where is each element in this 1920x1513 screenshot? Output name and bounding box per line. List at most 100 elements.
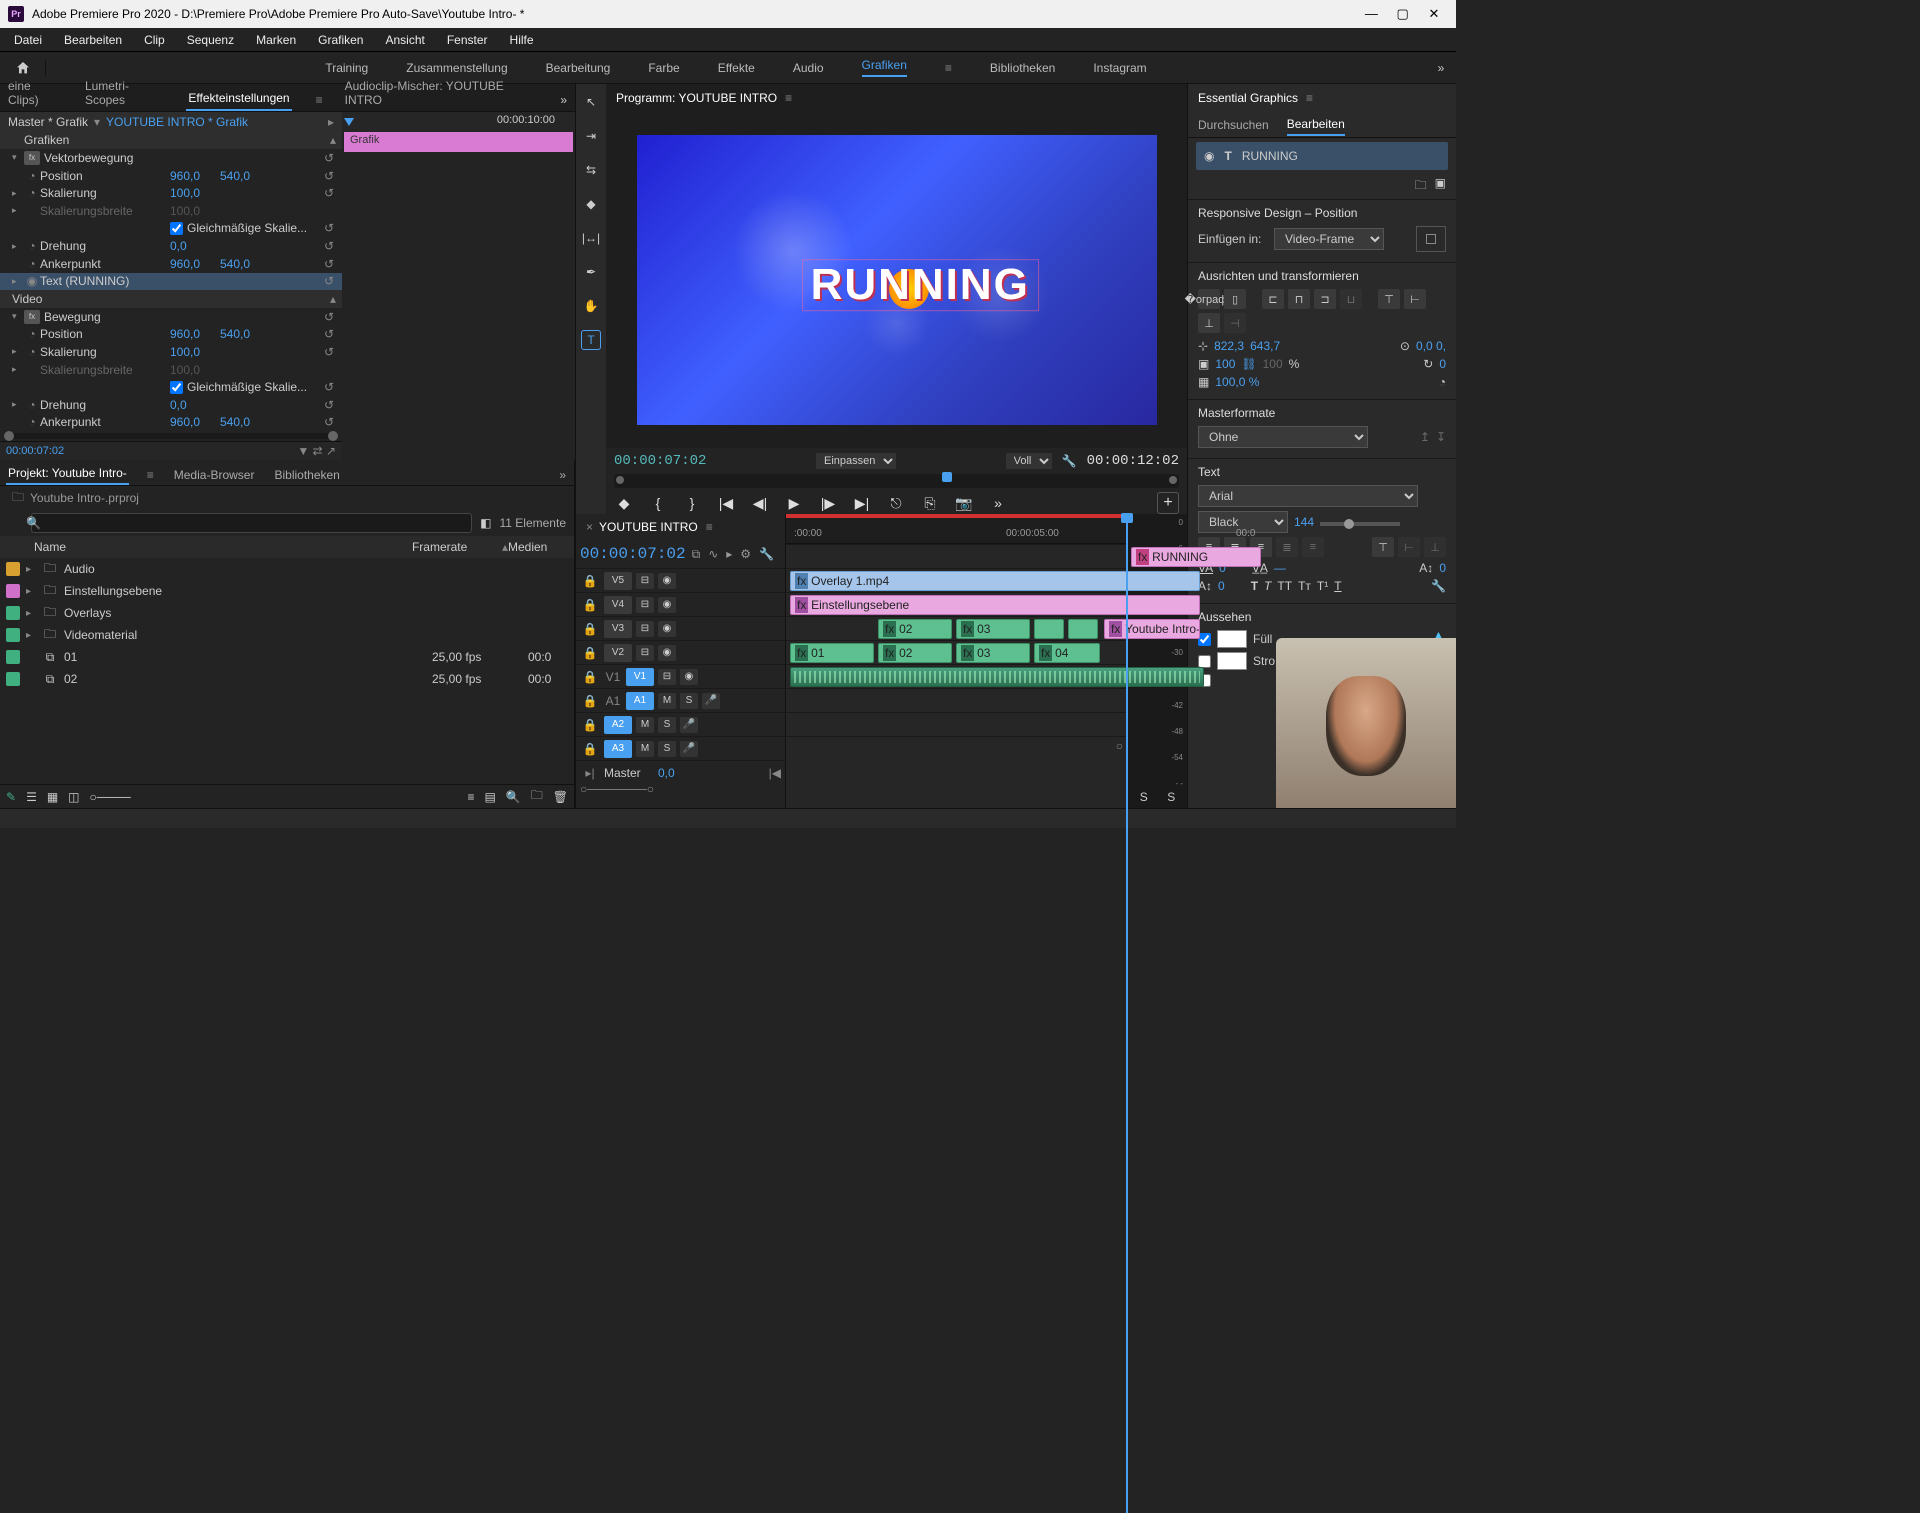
go-out-button[interactable]: ▶|	[852, 493, 872, 513]
new-layer-icon[interactable]: 🗀	[1415, 176, 1427, 197]
quality-select[interactable]: Voll	[1006, 453, 1052, 469]
text-top[interactable]: ⊤	[1372, 537, 1394, 557]
eg-anchor[interactable]: 0,0 0,	[1416, 339, 1446, 353]
align-center-h[interactable]: ▯	[1224, 289, 1246, 309]
timeline-ruler[interactable]: :00:00 00:00:05:00 00:0	[786, 514, 1127, 544]
superscript[interactable]: T¹	[1317, 579, 1328, 593]
current-tc[interactable]: 00:00:07:02	[614, 453, 706, 469]
track-v2[interactable]: V2	[604, 644, 632, 662]
prop-position2[interactable]: Position	[40, 327, 170, 341]
fit-select[interactable]: Einpassen	[816, 453, 896, 469]
tab-projekt[interactable]: Projekt: Youtube Intro-	[6, 463, 129, 485]
eg-layer[interactable]: ◉ T RUNNING	[1196, 142, 1448, 170]
layer-name[interactable]: RUNNING	[1242, 149, 1298, 163]
master-vol[interactable]: 0,0	[658, 766, 675, 780]
menu-sequenz[interactable]: Sequenz	[177, 31, 244, 49]
clip[interactable]: fx 04	[1034, 643, 1100, 663]
overlay-text[interactable]: RUNNING	[802, 259, 1039, 311]
clip-yt[interactable]: fx Youtube Intro- ver	[1104, 619, 1200, 639]
go-in-button[interactable]: |◀	[716, 493, 736, 513]
ws-bibliotheken[interactable]: Bibliotheken	[990, 61, 1055, 75]
clip[interactable]: fx 03	[956, 619, 1030, 639]
track-a2[interactable]: A2	[604, 716, 632, 734]
pen-tool[interactable]: ✒	[581, 262, 601, 282]
fx-icon[interactable]: fx	[24, 151, 40, 165]
prop-skalierung2[interactable]: Skalierung	[40, 345, 170, 359]
stopwatch-icon[interactable]: ◔	[24, 398, 40, 412]
stroke-check[interactable]	[1198, 655, 1211, 668]
menu-grafiken[interactable]: Grafiken	[308, 31, 373, 49]
einfuegen-select[interactable]: Video-Frame	[1274, 228, 1384, 250]
reset-icon[interactable]: ↺	[324, 239, 334, 253]
bin-row[interactable]: ▸🗀Einstellungsebene	[0, 580, 574, 602]
icon-view-icon[interactable]: ▦	[47, 790, 58, 804]
menu-marken[interactable]: Marken	[246, 31, 306, 49]
ws-effekte[interactable]: Effekte	[718, 61, 755, 75]
align-b[interactable]: ⊥	[1198, 313, 1220, 333]
solo-l[interactable]: S	[1140, 790, 1148, 804]
rotate-icon[interactable]: ↻	[1423, 357, 1433, 371]
clip[interactable]	[1068, 619, 1098, 639]
auto-icon[interactable]: ▤	[484, 790, 495, 804]
text-layer[interactable]: Text (RUNNING)	[40, 274, 129, 288]
ws-instagram[interactable]: Instagram	[1093, 61, 1146, 75]
pos-x[interactable]: 960,0	[170, 169, 220, 183]
col-name[interactable]: Name	[34, 540, 412, 554]
list-view-icon[interactable]: ☰	[26, 790, 37, 804]
ws-bearbeitung[interactable]: Bearbeitung	[546, 61, 611, 75]
marker-icon[interactable]: ▸	[726, 547, 732, 562]
eg-pos-x[interactable]: 822,3	[1214, 339, 1244, 353]
step-back-button[interactable]: ◀|	[750, 493, 770, 513]
faux-italic[interactable]: T	[1264, 579, 1271, 593]
stopwatch-icon[interactable]: ◔	[24, 169, 40, 183]
timeline-tc[interactable]: 00:00:07:02	[580, 545, 686, 563]
eye-icon[interactable]: ◉	[24, 274, 40, 288]
clip[interactable]: fx 02	[878, 619, 952, 639]
align-m[interactable]: ⊢	[1404, 289, 1426, 309]
master-select[interactable]: Ohne	[1198, 426, 1368, 448]
sort-icon[interactable]: ≡	[467, 790, 474, 804]
menu-datei[interactable]: Datei	[4, 31, 52, 49]
track-select-tool[interactable]: ⇥	[581, 126, 601, 146]
gleich-check[interactable]	[170, 222, 183, 235]
reset-icon[interactable]: ↺	[324, 186, 334, 200]
tab-lumetri[interactable]: Lumetri-Scopes	[83, 75, 168, 111]
ws-grafiken[interactable]: Grafiken	[862, 58, 907, 77]
ws-audio[interactable]: Audio	[793, 61, 824, 75]
program-monitor[interactable]: RUNNING	[606, 112, 1187, 448]
type-tool[interactable]: T	[581, 330, 601, 350]
align-r[interactable]: ⊐	[1314, 289, 1336, 309]
home-button[interactable]	[0, 60, 46, 76]
leading[interactable]: 0	[1439, 561, 1446, 575]
menu-hilfe[interactable]: Hilfe	[500, 31, 544, 49]
eye-icon[interactable]: ◉	[1204, 149, 1214, 163]
pin-widget[interactable]	[1416, 226, 1446, 252]
audio-clip[interactable]	[790, 667, 1204, 687]
clip[interactable]	[1034, 619, 1064, 639]
search-input[interactable]	[31, 513, 472, 533]
anchor-icon[interactable]: ⊙	[1400, 339, 1410, 353]
ws-zusammenstellung[interactable]: Zusammenstellung	[406, 61, 507, 75]
clip[interactable]: fx 02	[878, 643, 952, 663]
eg-tab-durchsuchen[interactable]: Durchsuchen	[1198, 115, 1269, 135]
clip-row[interactable]: ⧉0125,00 fps00:0	[0, 646, 574, 668]
dreh-val[interactable]: 0,0	[170, 239, 220, 253]
eg-scale[interactable]: 100	[1215, 357, 1235, 371]
voice-icon[interactable]: 🎤	[702, 693, 720, 709]
track-v3[interactable]: V3	[604, 620, 632, 638]
fx-icon[interactable]: fx	[24, 310, 40, 324]
align-t[interactable]: ⊤	[1378, 289, 1400, 309]
prop-anker[interactable]: Ankerpunkt	[40, 257, 170, 271]
baseline[interactable]: 0	[1218, 579, 1225, 593]
eye[interactable]: ◉	[658, 573, 676, 589]
clip[interactable]: fx 01	[790, 643, 874, 663]
stopwatch-icon[interactable]: ◔	[24, 186, 40, 200]
link-icon[interactable]: ⛓	[1241, 357, 1256, 371]
eg-opacity[interactable]: 100,0 %	[1215, 375, 1259, 389]
ws-training[interactable]: Training	[325, 61, 368, 75]
eg-tab-bearbeiten[interactable]: Bearbeiten	[1287, 114, 1345, 136]
faux-bold[interactable]: T	[1251, 579, 1258, 593]
btns-chev[interactable]: »	[988, 493, 1008, 513]
ripple-tool[interactable]: ⇆	[581, 160, 601, 180]
bin-row[interactable]: ▸🗀Audio	[0, 558, 574, 580]
